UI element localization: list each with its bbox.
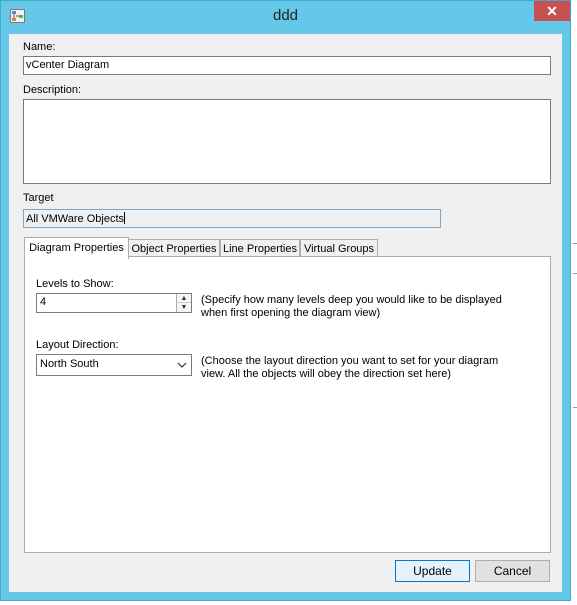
levels-label: Levels to Show: xyxy=(36,278,114,290)
close-icon: ✕ xyxy=(546,3,558,19)
tab-virtual-groups[interactable]: Virtual Groups xyxy=(300,239,378,257)
layout-direction-select[interactable]: North South xyxy=(36,354,192,376)
spin-down-icon[interactable]: ▼ xyxy=(176,303,191,312)
levels-value: 4 xyxy=(40,296,47,308)
layout-hint-line1: (Choose the layout direction you want to… xyxy=(201,355,499,367)
levels-hint-line2: when first opening the diagram view) xyxy=(201,307,381,319)
background-window-edge xyxy=(571,0,577,605)
levels-hint-line1: (Specify how many levels deep you would … xyxy=(201,294,502,306)
description-textarea[interactable] xyxy=(23,99,551,184)
levels-hint: (Specify how many levels deep you would … xyxy=(201,294,502,320)
levels-stepper[interactable]: 4 ▲ ▼ xyxy=(36,293,192,313)
chevron-down-icon xyxy=(177,357,187,376)
target-field[interactable]: All VMWare Objects xyxy=(23,209,441,228)
target-label: Target xyxy=(23,192,54,204)
window-title: ddd xyxy=(272,7,299,24)
title-bar[interactable]: ddd ✕ xyxy=(1,1,570,34)
description-label: Description: xyxy=(23,84,82,96)
name-input[interactable]: vCenter Diagram xyxy=(23,56,551,75)
cancel-button[interactable]: Cancel xyxy=(475,560,550,582)
text-caret xyxy=(124,212,126,224)
dialog-client-area: Name: vCenter Diagram Description: Targe… xyxy=(9,34,562,592)
tab-object-properties[interactable]: Object Properties xyxy=(128,239,220,257)
name-label: Name: xyxy=(23,41,56,53)
background-divider xyxy=(573,407,577,408)
spin-up-icon[interactable]: ▲ xyxy=(176,294,191,303)
layout-direction-value: North South xyxy=(40,358,99,370)
layout-direction-label: Layout Direction: xyxy=(36,339,119,351)
diagram-properties-panel: Levels to Show: 4 ▲ ▼ (Specify how many … xyxy=(24,256,551,553)
layout-hint-line2: view. All the objects will obey the dire… xyxy=(201,368,452,380)
tab-line-properties[interactable]: Line Properties xyxy=(220,239,300,257)
target-value: All VMWare Objects xyxy=(26,213,125,225)
dialog-window: ddd ✕ Name: vCenter Diagram Description:… xyxy=(0,0,571,601)
tab-object-properties-label: Object Properties xyxy=(131,243,217,255)
tab-line-properties-label: Line Properties xyxy=(223,243,297,255)
layout-hint: (Choose the layout direction you want to… xyxy=(201,355,498,381)
close-button[interactable]: ✕ xyxy=(534,1,570,21)
tab-virtual-groups-label: Virtual Groups xyxy=(303,243,375,255)
tab-diagram-properties-label: Diagram Properties xyxy=(29,242,124,254)
update-button[interactable]: Update xyxy=(395,560,470,582)
name-input-value: vCenter Diagram xyxy=(26,59,110,71)
background-divider xyxy=(573,243,577,244)
tab-diagram-properties[interactable]: Diagram Properties xyxy=(24,237,129,259)
background-divider xyxy=(573,273,577,274)
